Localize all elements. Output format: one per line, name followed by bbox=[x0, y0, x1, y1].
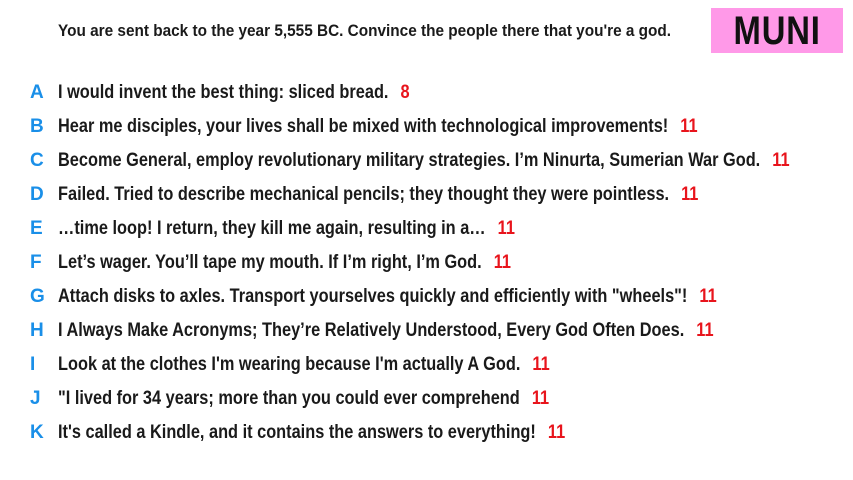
answer-text: "I lived for 34 years; more than you cou… bbox=[58, 388, 520, 409]
answer-row-g: G Attach disks to axles. Transport yours… bbox=[30, 280, 853, 314]
answer-text: …time loop! I return, they kill me again… bbox=[58, 218, 486, 239]
answer-score: 11 bbox=[532, 354, 550, 375]
answer-row-c: C Become General, employ revolutionary m… bbox=[30, 144, 853, 178]
player-badge: MUNI bbox=[711, 8, 843, 53]
answer-row-h: H I Always Make Acronyms; They’re Relati… bbox=[30, 314, 853, 348]
answer-letter: I bbox=[30, 354, 36, 375]
answer-score: 11 bbox=[497, 218, 515, 239]
answer-row-d: D Failed. Tried to describe mechanical p… bbox=[30, 178, 853, 212]
answer-text: Attach disks to axles. Transport yoursel… bbox=[58, 286, 688, 307]
answer-score: 8 bbox=[400, 82, 410, 103]
answer-letter: F bbox=[30, 252, 42, 273]
answer-text: Look at the clothes I'm wearing because … bbox=[58, 354, 521, 375]
answer-score: 11 bbox=[696, 320, 714, 341]
answer-score: 11 bbox=[699, 286, 717, 307]
answer-text: Failed. Tried to describe mechanical pen… bbox=[58, 184, 670, 205]
answer-row-f: F Let’s wager. You’ll tape my mouth. If … bbox=[30, 246, 853, 280]
answer-score: 11 bbox=[680, 116, 698, 137]
answer-letter: H bbox=[30, 320, 44, 341]
answer-score: 11 bbox=[547, 422, 566, 443]
answer-letter: D bbox=[30, 184, 44, 205]
answer-score: 11 bbox=[531, 388, 550, 409]
answer-text: Let’s wager. You’ll tape my mouth. If I’… bbox=[58, 252, 482, 273]
answer-score: 11 bbox=[772, 150, 790, 171]
prompt-text: You are sent back to the year 5,555 BC. … bbox=[58, 22, 672, 40]
answer-letter: G bbox=[30, 286, 45, 307]
answer-letter: J bbox=[30, 388, 41, 409]
answer-text: I Always Make Acronyms; They’re Relative… bbox=[58, 320, 685, 341]
answer-row-j: J "I lived for 34 years; more than you c… bbox=[30, 382, 853, 416]
answer-text: Become General, employ revolutionary mil… bbox=[58, 150, 761, 171]
answer-row-k: K It's called a Kindle, and it contains … bbox=[30, 416, 853, 450]
answer-letter: C bbox=[30, 150, 44, 171]
answer-letter: K bbox=[30, 422, 44, 443]
answer-row-e: E …time loop! I return, they kill me aga… bbox=[30, 212, 853, 246]
answer-text: Hear me disciples, your lives shall be m… bbox=[58, 116, 669, 137]
answer-row-b: B Hear me disciples, your lives shall be… bbox=[30, 110, 853, 144]
answer-letter: E bbox=[30, 218, 43, 239]
answer-text: It's called a Kindle, and it contains th… bbox=[58, 422, 536, 443]
answer-text: I would invent the best thing: sliced br… bbox=[58, 82, 389, 103]
answer-row-i: I Look at the clothes I'm wearing becaus… bbox=[30, 348, 853, 382]
answer-row-a: A I would invent the best thing: sliced … bbox=[30, 76, 853, 110]
answer-score: 11 bbox=[681, 184, 699, 205]
answer-score: 11 bbox=[493, 252, 512, 273]
player-badge-label: MUNI bbox=[733, 8, 821, 53]
answer-letter: B bbox=[30, 116, 44, 137]
answer-list: A I would invent the best thing: sliced … bbox=[30, 76, 853, 450]
answer-letter: A bbox=[30, 82, 44, 103]
